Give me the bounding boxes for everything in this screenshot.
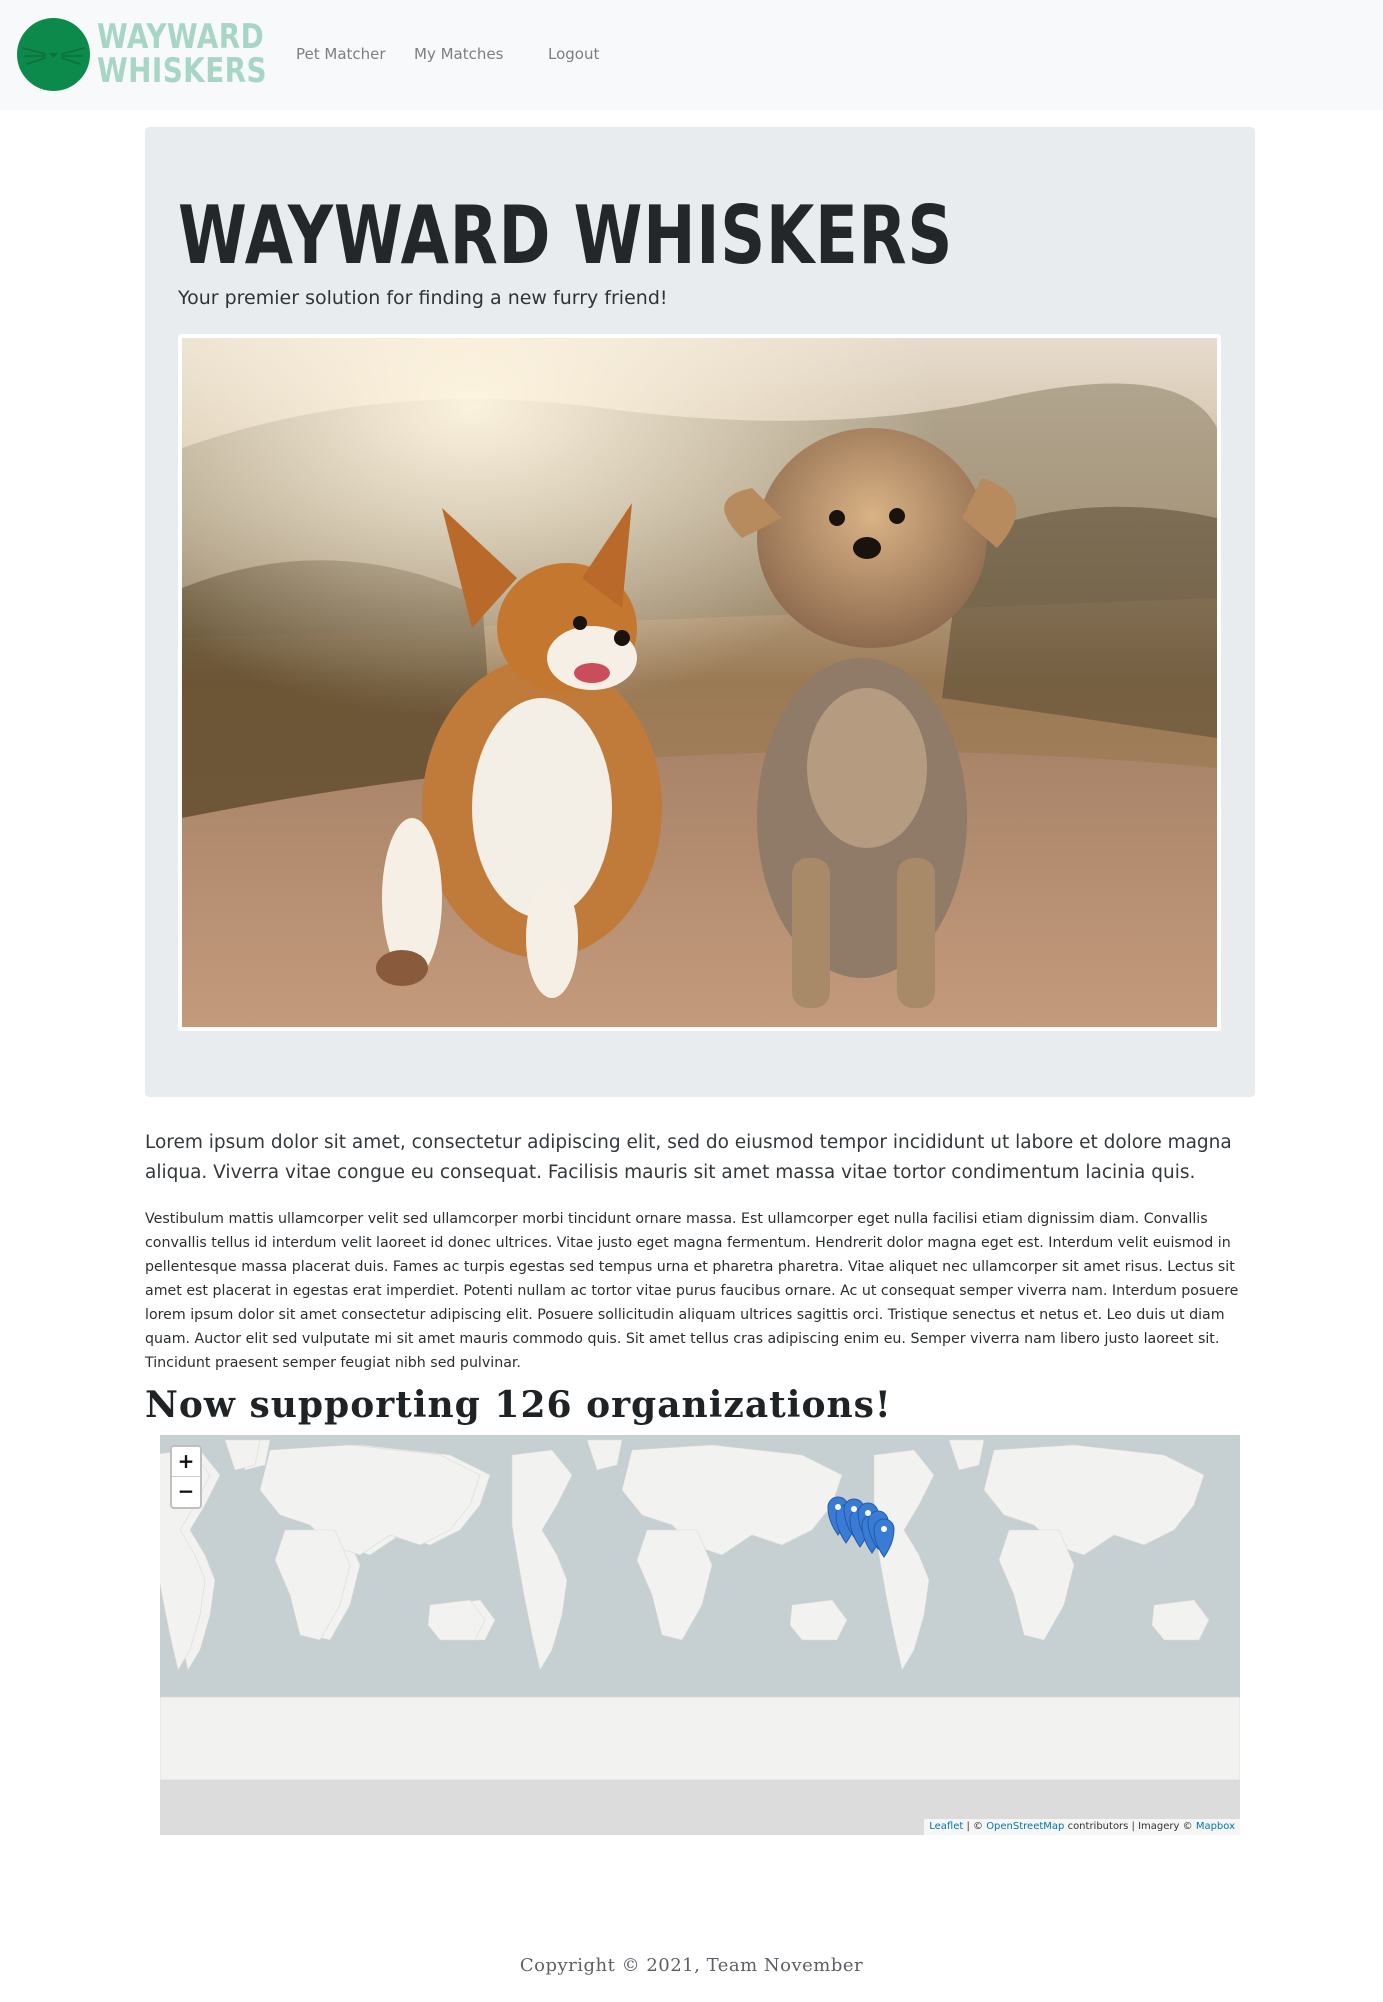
body-paragraph: Vestibulum mattis ullamcorper velit sed … [145, 1211, 1239, 1371]
organizations-map[interactable]: + − Leaflet | © OpenStreetMap contributo… [160, 1435, 1240, 1835]
map-tiles [160, 1435, 1240, 1835]
logo-wordmark[interactable]: WAYWARD WHISKERS [97, 17, 268, 91]
zoom-out-button[interactable]: − [172, 1477, 200, 1507]
zoom-in-button[interactable]: + [172, 1447, 200, 1477]
organizations-heading: Now supporting 126 organizations! [145, 1384, 892, 1426]
openstreetmap-link[interactable]: OpenStreetMap [986, 1821, 1064, 1832]
logo-cat-icon[interactable] [17, 18, 90, 91]
attribution-middle: contributors | Imagery © [1064, 1821, 1196, 1832]
hero-jumbotron: WAYWARD WHISKERS Your premier solution f… [145, 127, 1255, 1097]
nav-link-pet-matcher[interactable]: Pet Matcher [296, 45, 386, 63]
zoom-control: + − [170, 1445, 202, 1509]
mapbox-link[interactable]: Mapbox [1196, 1821, 1235, 1832]
page-subtitle: Your premier solution for finding a new … [178, 287, 668, 309]
navbar: WAYWARD WHISKERS Pet Matcher My Matches … [0, 0, 1383, 110]
nav-link-my-matches[interactable]: My Matches [414, 45, 503, 63]
leaflet-link[interactable]: Leaflet [929, 1821, 963, 1832]
nav-link-logout[interactable]: Logout [548, 45, 599, 63]
map-attribution: Leaflet | © OpenStreetMap contributors |… [924, 1819, 1240, 1835]
page-title: WAYWARD WHISKERS [178, 189, 954, 282]
footer-copyright: Copyright © 2021, Team November [519, 1955, 864, 1976]
logo-text-line2: WHISKERS [97, 51, 268, 91]
hero-dogs-image [178, 334, 1221, 1031]
lead-paragraph: Lorem ipsum dolor sit amet, consectetur … [145, 1132, 1232, 1183]
logo-text-line1: WAYWARD [97, 17, 265, 57]
attribution-separator: | © [963, 1821, 987, 1832]
